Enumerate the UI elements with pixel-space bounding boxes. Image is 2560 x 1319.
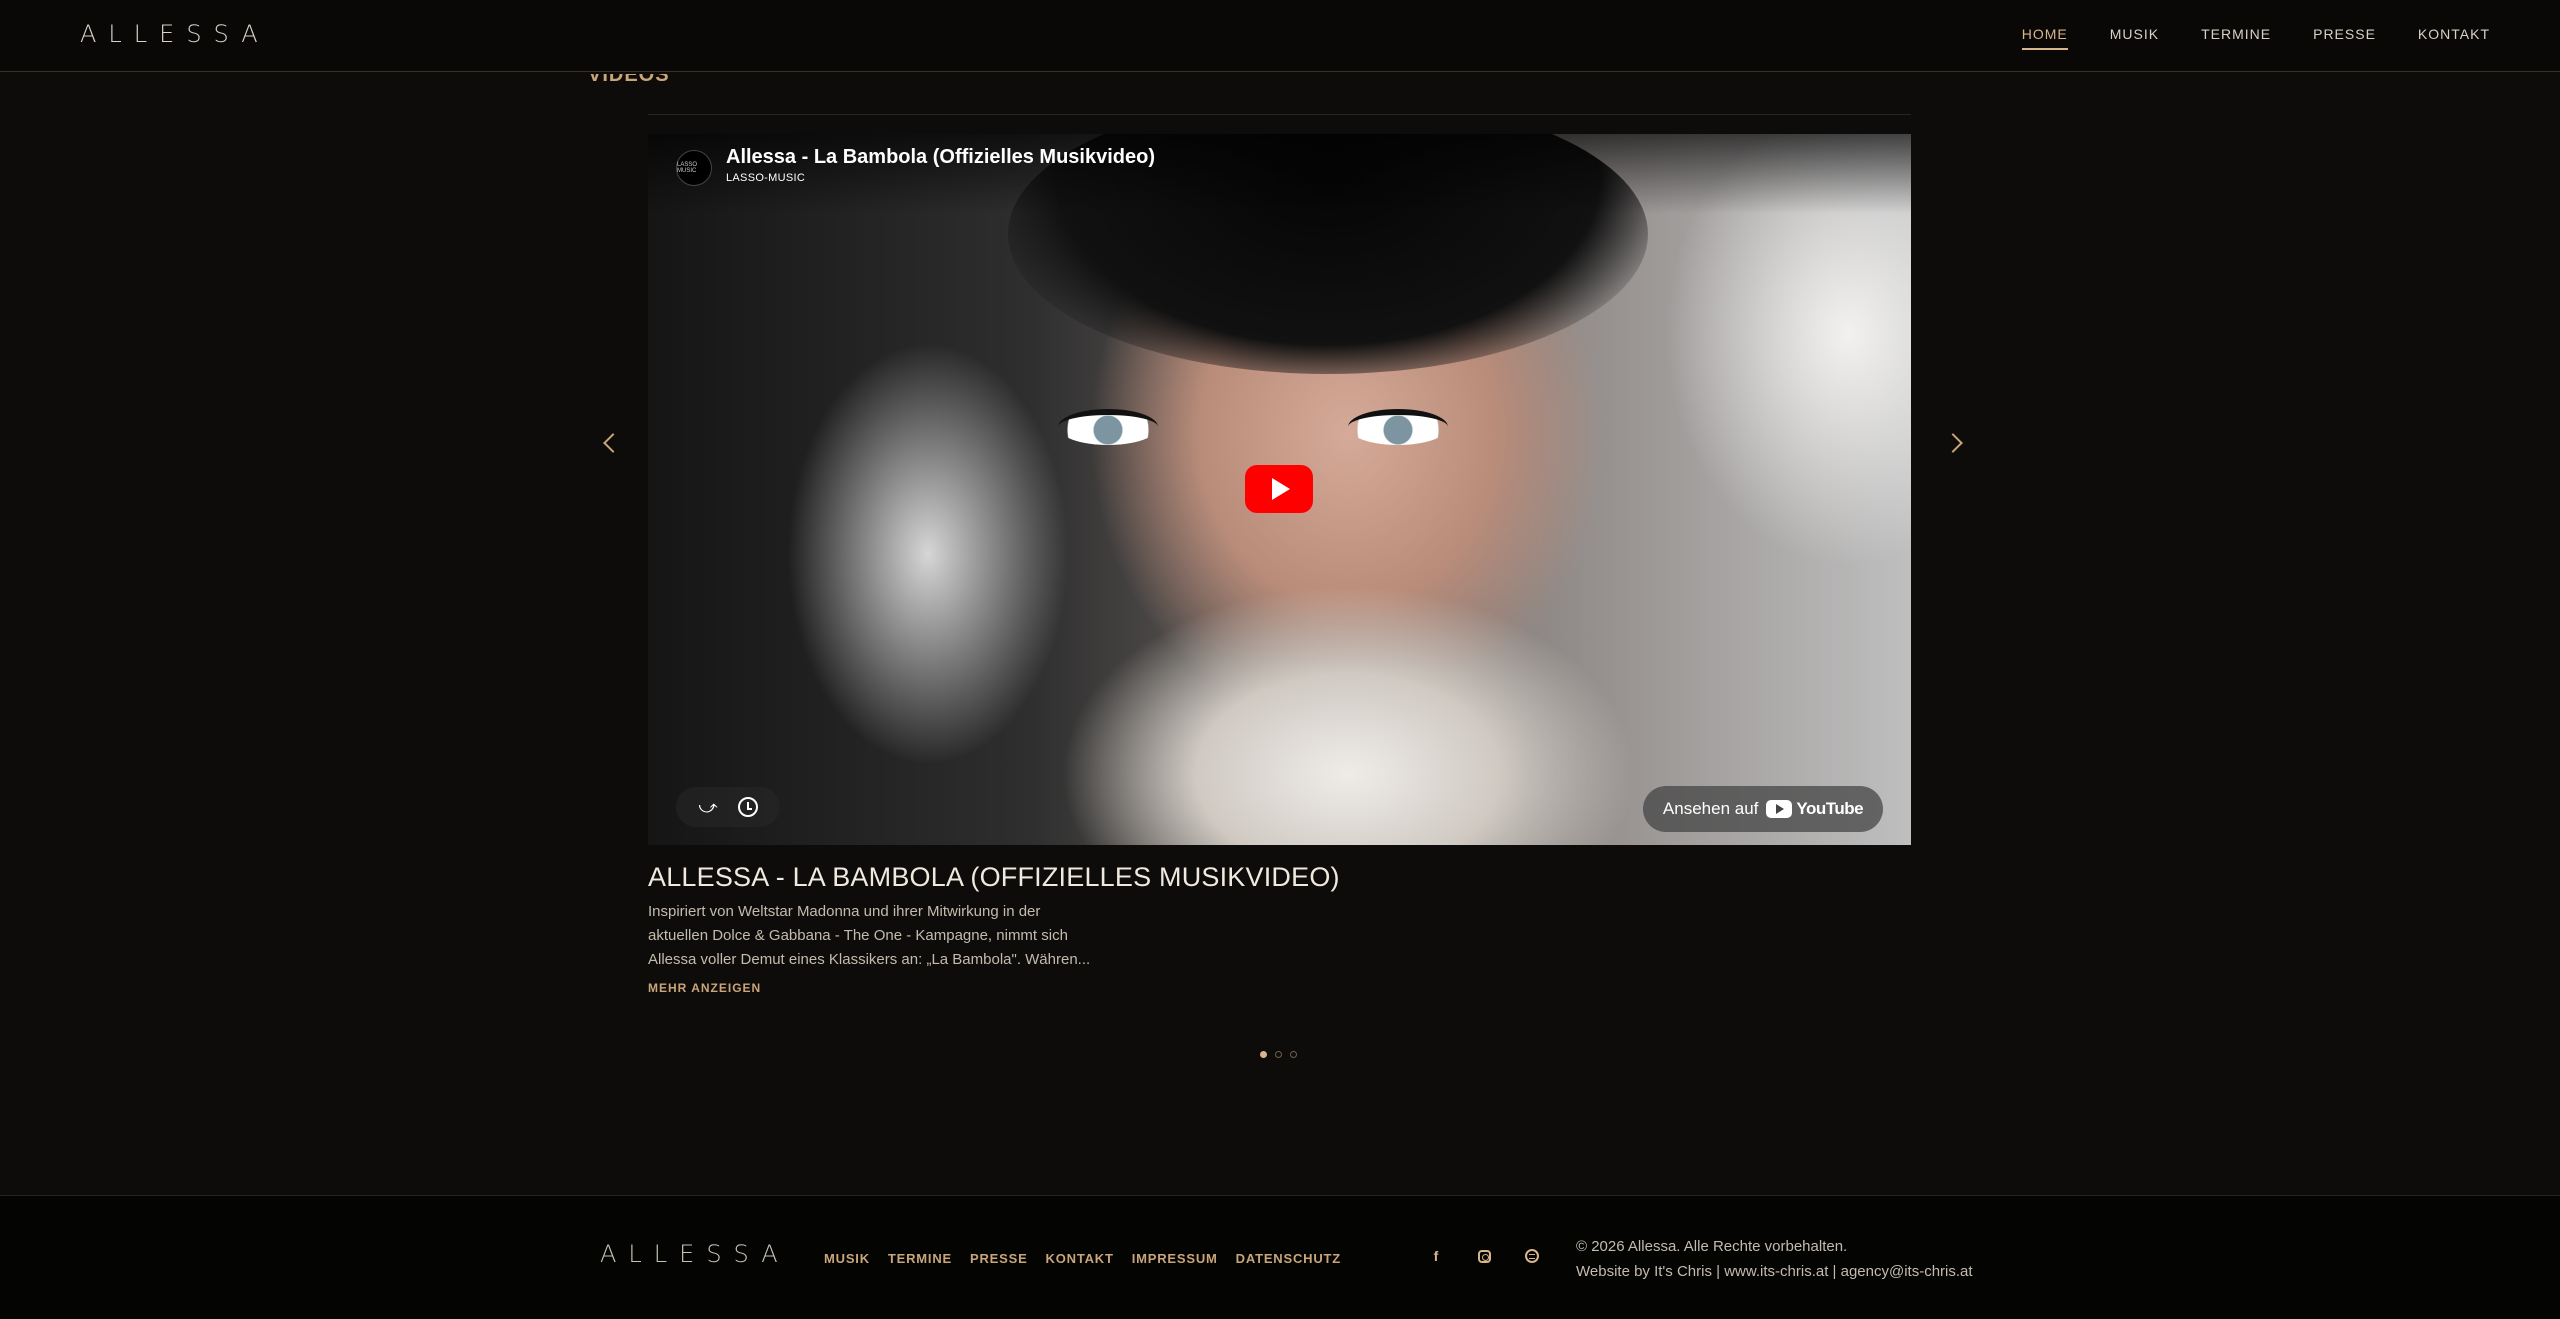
carousel-dot-3[interactable] <box>1290 1051 1297 1058</box>
main-nav: HOME MUSIK TERMINE PRESSE KONTAKT <box>2021 26 2490 50</box>
video-channel-name: LASSO-MUSIC <box>726 172 806 184</box>
carousel-dot-2[interactable] <box>1275 1051 1282 1058</box>
nav-musik[interactable]: MUSIK <box>2110 26 2159 50</box>
copyright-text: © 2026 Allessa. Alle Rechte vorbehalten.… <box>1576 1238 1973 1280</box>
video-description: Inspiriert von Weltstar Madonna und ihre… <box>648 903 1091 968</box>
channel-avatar[interactable]: LASSO MUSIC <box>676 150 712 186</box>
footer-nav: MUSIK TERMINE PRESSE KONTAKT IMPRESSUM D… <box>824 1251 1341 1266</box>
section-divider <box>648 114 1911 115</box>
footer-link-datenschutz[interactable]: DATENSCHUTZ <box>1236 1251 1341 1266</box>
watch-on-label: Ansehen auf <box>1662 799 1759 818</box>
show-more-link[interactable]: MEHR ANZEIGEN <box>648 981 761 995</box>
watch-later-icon[interactable] <box>737 796 759 818</box>
play-button[interactable] <box>1245 465 1313 513</box>
video-heading: ALLESSA - LA BAMBOLA (OFFIZIELLES MUSIKV… <box>648 862 1340 892</box>
footer-link-impressum[interactable]: IMPRESSUM <box>1132 1251 1218 1266</box>
watch-on-youtube-button[interactable]: Ansehen auf YouTube <box>1643 786 1883 832</box>
spotify-icon[interactable] <box>1520 1244 1544 1268</box>
video-thumbnail-detail <box>1038 399 1638 459</box>
video-embed-title[interactable]: Allessa - La Bambola (Offizielles Musikv… <box>726 146 1155 169</box>
nav-termine[interactable]: TERMINE <box>2201 26 2271 50</box>
instagram-icon[interactable] <box>1472 1244 1496 1268</box>
social-links: f <box>1424 1244 1544 1268</box>
site-footer: ALLESSA MUSIK TERMINE PRESSE KONTAKT IMP… <box>0 1195 2560 1319</box>
nav-presse[interactable]: PRESSE <box>2313 26 2376 50</box>
carousel-prev-icon[interactable] <box>596 428 626 458</box>
nav-kontakt[interactable]: KONTAKT <box>2418 26 2490 50</box>
nav-home[interactable]: HOME <box>2021 26 2068 50</box>
youtube-logo-icon: YouTube <box>1766 799 1864 819</box>
carousel-dot-1[interactable] <box>1260 1051 1267 1058</box>
carousel-dots <box>1260 1051 1297 1058</box>
video-embed[interactable]: LASSO MUSIC Allessa - La Bambola (Offizi… <box>648 134 1911 845</box>
footer-link-presse[interactable]: PRESSE <box>970 1251 1028 1266</box>
share-icon[interactable]: ⤻ <box>697 796 719 818</box>
facebook-icon[interactable]: f <box>1424 1244 1448 1268</box>
footer-link-musik[interactable]: MUSIK <box>824 1251 870 1266</box>
site-logo[interactable]: ALLESSA <box>80 20 270 48</box>
video-controls: ⤻ <box>676 787 780 827</box>
footer-logo[interactable]: ALLESSA <box>600 1240 790 1268</box>
footer-link-kontakt[interactable]: KONTAKT <box>1046 1251 1114 1266</box>
carousel-next-icon[interactable] <box>1942 428 1972 458</box>
site-header: ALLESSA HOME MUSIK TERMINE PRESSE KONTAK… <box>0 0 2560 72</box>
footer-link-termine[interactable]: TERMINE <box>888 1251 952 1266</box>
